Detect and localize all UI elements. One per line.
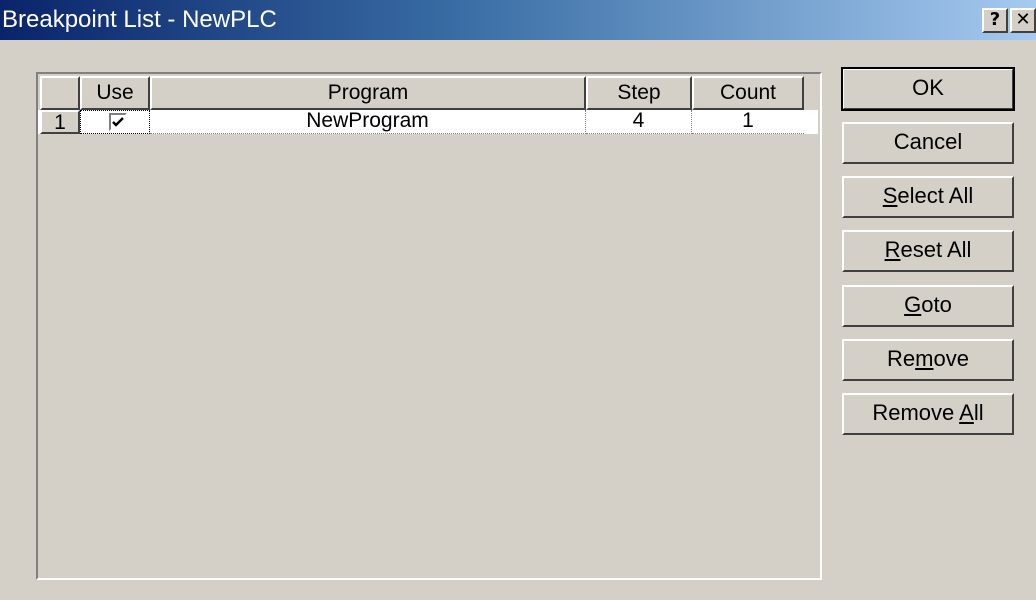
reset-all-button[interactable]: Reset All — [842, 230, 1014, 272]
breakpoint-list-dialog: Breakpoint List - NewPLC ? ✕ Use Program… — [0, 0, 1036, 600]
window-title: Breakpoint List - NewPLC — [2, 6, 277, 33]
ok-button[interactable]: OK — [841, 67, 1015, 111]
cancel-label: Cancel — [893, 129, 963, 154]
remove-button[interactable]: Remove — [842, 339, 1014, 381]
remove-mnemonic: m — [915, 346, 934, 371]
column-header-use[interactable]: Use — [80, 76, 150, 110]
goto-label: oto — [921, 292, 952, 317]
ok-label: OK — [912, 75, 944, 100]
help-button[interactable]: ? — [982, 8, 1008, 33]
goto-mnemonic: G — [904, 292, 922, 317]
step-cell: 4 — [586, 110, 692, 134]
row-number: 1 — [40, 110, 80, 134]
breakpoint-list[interactable]: Use Program Step Count 1 NewProgram 4 1 — [36, 72, 822, 580]
cancel-button[interactable]: Cancel — [842, 122, 1014, 164]
count-cell: 1 — [692, 110, 804, 134]
goto-button[interactable]: Goto — [842, 285, 1014, 327]
column-header-index[interactable] — [40, 76, 80, 110]
column-header-program[interactable]: Program — [150, 76, 586, 110]
column-header-step[interactable]: Step — [586, 76, 692, 110]
column-header-count[interactable]: Count — [692, 76, 804, 110]
use-cell[interactable] — [80, 110, 150, 134]
checkmark-icon — [112, 117, 124, 127]
remove-label-rest: ove — [933, 346, 969, 371]
help-icon: ? — [989, 9, 1001, 30]
remove-all-label-pre: Remove — [872, 400, 960, 425]
reset-all-mnemonic: R — [884, 237, 901, 262]
select-all-label: elect All — [897, 183, 974, 208]
title-bar[interactable]: Breakpoint List - NewPLC ? ✕ — [0, 0, 1036, 40]
remove-all-button[interactable]: Remove All — [842, 393, 1014, 435]
close-icon: ✕ — [1015, 9, 1031, 30]
select-all-mnemonic: S — [882, 183, 898, 208]
remove-all-label-rest: ll — [973, 400, 984, 425]
table-row[interactable]: 1 NewProgram 4 1 — [38, 110, 818, 134]
reset-all-label: eset All — [900, 237, 972, 262]
remove-label-pre: Re — [887, 346, 916, 371]
use-checkbox[interactable] — [109, 113, 127, 131]
select-all-button[interactable]: Select All — [842, 176, 1014, 218]
close-button[interactable]: ✕ — [1010, 8, 1036, 33]
remove-all-mnemonic: A — [959, 400, 974, 425]
program-cell: NewProgram — [150, 110, 586, 134]
